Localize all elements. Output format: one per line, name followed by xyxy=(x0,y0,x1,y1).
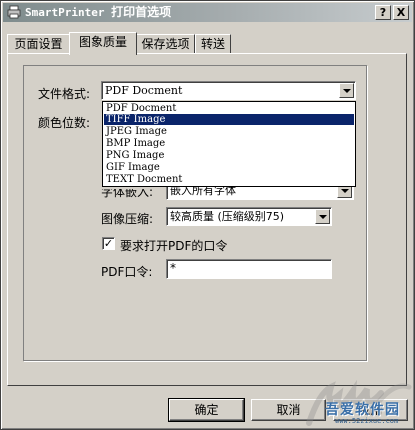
dropdown-option[interactable]: BMP Image xyxy=(104,138,354,149)
tab-image-quality[interactable]: 图象质量 xyxy=(69,32,137,55)
watermark-url: www.52zixue.com xyxy=(335,417,399,425)
file-format-label: 文件格式: xyxy=(38,87,91,101)
dropdown-option[interactable]: JPEG Image xyxy=(104,126,354,137)
window-title: SmartPrinter 打印首选项 xyxy=(25,3,171,22)
file-format-dropdown-list[interactable]: PDF Docment TIFF Image JPEG Image BMP Im… xyxy=(102,101,356,187)
tab-page-setup[interactable]: 页面设置 xyxy=(7,34,70,54)
dropdown-option[interactable]: TEXT Docment xyxy=(104,174,354,185)
chevron-down-icon[interactable] xyxy=(339,83,354,98)
chevron-down-icon[interactable] xyxy=(315,209,330,224)
title-caption: 打印首选项 xyxy=(111,5,172,19)
pdf-password-label: PDF口令: xyxy=(101,265,153,279)
color-depth-label: 颜色位数: xyxy=(38,116,91,130)
ok-button[interactable]: 确定 xyxy=(168,398,245,422)
require-password-checkbox[interactable]: ✓ xyxy=(102,237,115,250)
dropdown-option[interactable]: GIF Image xyxy=(104,162,354,173)
help-button[interactable]: ? xyxy=(375,5,391,20)
dropdown-option[interactable]: PNG Image xyxy=(104,150,354,161)
close-button[interactable]: X xyxy=(393,5,409,20)
watermark-text: 吾爱软件园 xyxy=(325,402,400,418)
tab-save-options[interactable]: 保存选项 xyxy=(136,34,195,54)
compression-select[interactable]: 较高质量 (压缩级别75) xyxy=(166,207,332,226)
compression-label: 图像压缩: xyxy=(101,212,154,226)
printer-icon xyxy=(7,5,21,19)
dropdown-option[interactable]: PDF Docment xyxy=(104,103,354,114)
printing-preferences-dialog: SmartPrinter 打印首选项 ? X 页面设置 图象质量 保存选项 转送… xyxy=(0,0,415,430)
tab-forward[interactable]: 转送 xyxy=(195,34,231,54)
require-password-label: 要求打开PDF的口令 xyxy=(120,239,228,253)
pdf-password-field[interactable]: * xyxy=(166,259,332,279)
file-format-value: PDF Docment xyxy=(105,84,183,97)
dropdown-option-selected[interactable]: TIFF Image xyxy=(104,114,354,125)
title-bar: SmartPrinter 打印首选项 ? X xyxy=(3,3,412,22)
title-app-name: SmartPrinter xyxy=(25,6,105,19)
compression-value: 较高质量 (压缩级别75) xyxy=(170,210,285,223)
file-format-select[interactable]: PDF Docment xyxy=(101,81,356,100)
